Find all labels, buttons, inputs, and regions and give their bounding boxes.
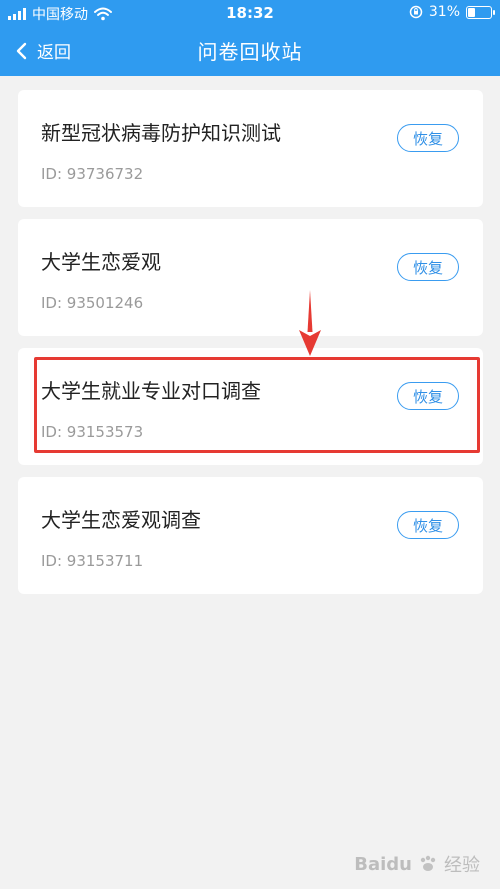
survey-card: 大学生恋爱观 ID: 93501246 恢复	[18, 219, 483, 336]
watermark-text: 经验	[444, 855, 480, 876]
survey-id: ID: 93153711	[41, 552, 144, 570]
top-bar: 中国移动 18:32 31% 返回 问卷回收站	[0, 0, 500, 76]
page-title: 问卷回收站	[197, 40, 303, 64]
restore-button[interactable]: 恢复	[397, 511, 459, 539]
survey-title: 大学生恋爱观调查	[41, 508, 201, 532]
survey-id: ID: 93736732	[41, 165, 144, 183]
survey-card: 大学生恋爱观调查 ID: 93153711 恢复	[18, 477, 483, 594]
status-bar: 中国移动 18:32 31%	[0, 0, 500, 26]
restore-button[interactable]: 恢复	[397, 124, 459, 152]
rotation-lock-icon	[409, 5, 423, 19]
watermark-logo: Baidu	[354, 853, 412, 875]
navigation-bar: 返回 问卷回收站	[0, 26, 500, 76]
watermark: Baidu 经验	[354, 851, 480, 877]
annotation-highlight-box	[34, 357, 480, 453]
survey-title: 大学生恋爱观	[41, 250, 161, 274]
annotation-arrow-icon	[299, 290, 321, 356]
status-right: 31%	[409, 4, 495, 20]
battery-icon	[466, 5, 495, 19]
restore-button[interactable]: 恢复	[397, 253, 459, 281]
survey-card: 新型冠状病毒防护知识测试 ID: 93736732 恢复	[18, 90, 483, 207]
paw-icon	[420, 855, 436, 871]
survey-id: ID: 93501246	[41, 294, 144, 312]
battery-fill	[468, 7, 475, 17]
battery-percent: 31%	[428, 4, 460, 20]
survey-title: 新型冠状病毒防护知识测试	[41, 121, 281, 145]
